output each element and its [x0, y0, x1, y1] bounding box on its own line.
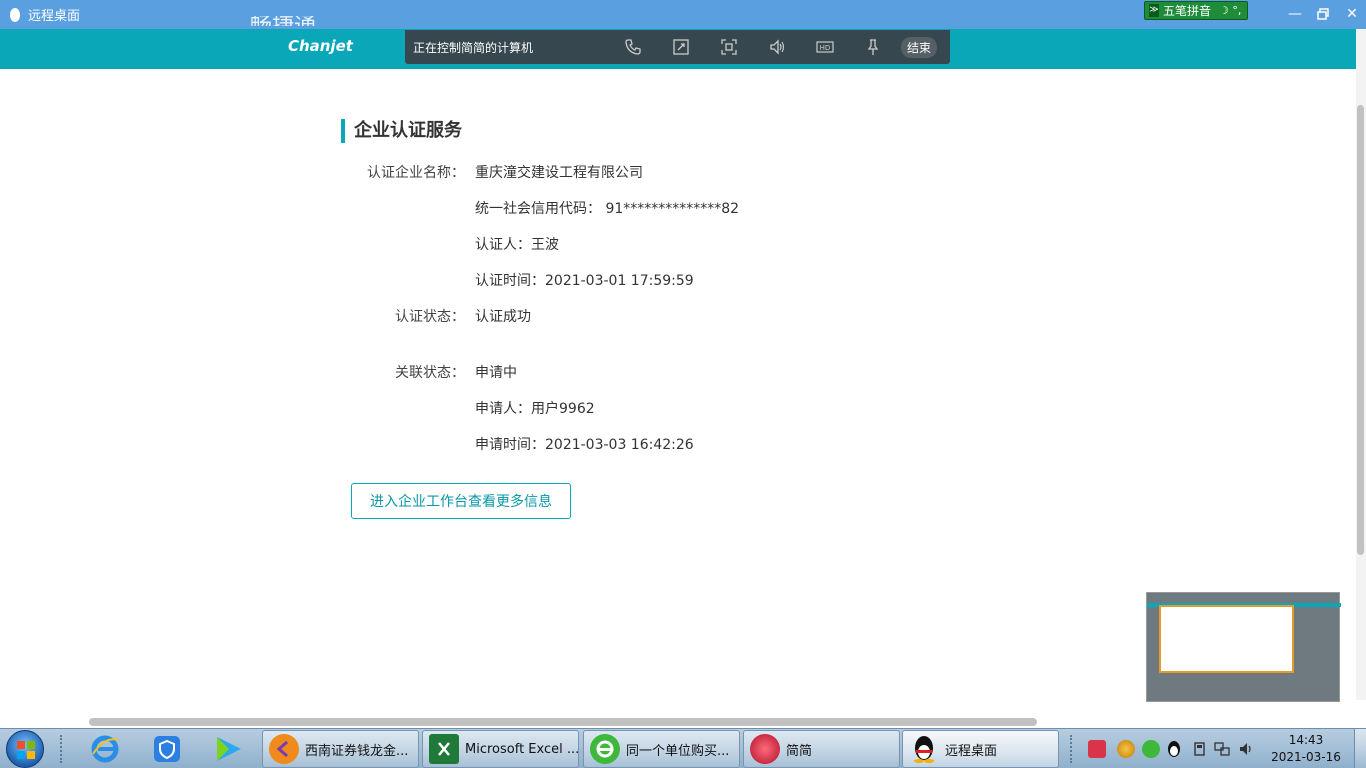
- tray-volume-icon[interactable]: [1237, 740, 1255, 758]
- show-desktop-button[interactable]: [1354, 729, 1366, 768]
- qq-icon: [909, 734, 939, 764]
- ime-label: 五笔拼音: [1163, 4, 1212, 18]
- taskbar: 西南证券钱龙金... Microsoft Excel ... 同一个单位购买..…: [0, 728, 1366, 768]
- task-browser[interactable]: 同一个单位购买...: [583, 730, 740, 768]
- ime-mode-icon: ≫: [1149, 4, 1159, 17]
- horizontal-scrollbar-thumb[interactable]: [89, 718, 1037, 726]
- hd-button[interactable]: HD: [801, 30, 849, 64]
- pinned-player[interactable]: [207, 731, 249, 767]
- pin-button[interactable]: [849, 30, 897, 64]
- tray-monkey-icon[interactable]: [1117, 740, 1135, 758]
- start-button[interactable]: [6, 730, 44, 768]
- tray-usb-icon[interactable]: [1190, 740, 1208, 758]
- restore-icon: [1317, 8, 1329, 20]
- ime-extra: ☽ °,: [1219, 4, 1242, 17]
- screenshot-icon: [721, 39, 737, 55]
- status-label: 认证状态：: [395, 309, 465, 325]
- pinned-ie[interactable]: [84, 731, 126, 767]
- end-session-button[interactable]: 结束: [901, 36, 938, 58]
- tray-network-icon[interactable]: [1213, 740, 1231, 758]
- brand-logo-cn: 畅捷通: [250, 16, 316, 26]
- certifier: 认证人：王波: [475, 237, 559, 253]
- task-label: Microsoft Excel ...: [465, 741, 578, 757]
- ime-indicator[interactable]: ≫ 五笔拼音 ☽ °,: [1144, 1, 1248, 20]
- minimize-button[interactable]: —: [1285, 4, 1305, 24]
- remote-preview-thumbnail[interactable]: [1146, 592, 1341, 702]
- company-label: 认证企业名称：: [367, 165, 465, 181]
- excel-icon: [429, 734, 459, 764]
- task-label: 远程桌面: [945, 743, 998, 759]
- apply-time: 申请时间：2021-03-03 16:42:26: [475, 437, 694, 453]
- pin-icon: [867, 39, 879, 55]
- task-label: 同一个单位购买...: [626, 743, 730, 759]
- restore-button[interactable]: [1313, 4, 1333, 24]
- link-status-value: 申请中: [475, 365, 517, 381]
- taskbar-grip[interactable]: [60, 735, 64, 763]
- ie-icon: [91, 735, 119, 763]
- clock-time: 14:43: [1288, 733, 1324, 747]
- screenshot-button[interactable]: [705, 30, 753, 64]
- close-icon: ✕: [1346, 6, 1358, 22]
- link-status-label: 关联状态：: [395, 365, 465, 381]
- play-icon: [217, 737, 241, 761]
- sound-button[interactable]: [753, 30, 801, 64]
- windows-logo-icon: [17, 741, 35, 759]
- clock-date: 2021-03-16: [1271, 750, 1341, 764]
- credit-code: 统一社会信用代码： 91**************82: [475, 201, 740, 217]
- task-remote-desktop[interactable]: 远程桌面: [902, 730, 1059, 768]
- hd-icon: HD: [816, 41, 834, 53]
- task-jianjian[interactable]: 简简: [743, 730, 900, 768]
- brand-logo-en: Chanjet: [288, 37, 353, 55]
- shield-icon: [154, 736, 180, 762]
- cert-time: 认证时间：2021-03-01 17:59:59: [475, 273, 694, 289]
- close-button[interactable]: ✕: [1342, 4, 1362, 24]
- tray-qq-icon[interactable]: [1165, 740, 1183, 758]
- fullscreen-icon: [673, 39, 689, 55]
- task-excel[interactable]: Microsoft Excel ...: [422, 730, 579, 768]
- tray-grip[interactable]: [1070, 735, 1074, 763]
- enter-workbench-button[interactable]: 进入企业工作台查看更多信息: [351, 483, 571, 519]
- tray-app-icon[interactable]: [1088, 740, 1106, 758]
- tray-browser-icon[interactable]: [1142, 740, 1160, 758]
- minimize-icon: —: [1288, 6, 1302, 22]
- task-label: 简简: [786, 743, 813, 759]
- pinned-security[interactable]: [146, 731, 188, 767]
- task-qianlong[interactable]: 西南证券钱龙金...: [262, 730, 419, 768]
- qq-penguin-icon: [10, 7, 20, 22]
- fullscreen-button[interactable]: [657, 30, 705, 64]
- browser-icon: [590, 734, 620, 764]
- call-button[interactable]: [609, 30, 657, 64]
- status-value: 认证成功: [475, 309, 531, 325]
- speaker-icon: [770, 39, 785, 55]
- applicant: 申请人：用户9962: [475, 401, 595, 417]
- system-clock[interactable]: 14:43 2021-03-16: [1266, 732, 1346, 766]
- preview-viewport: [1159, 605, 1294, 673]
- remote-control-toolbar: 正在控制简简的计算机 HD 结束: [405, 30, 950, 64]
- qianlong-icon: [269, 734, 299, 764]
- section-title: 企业认证服务: [341, 119, 462, 143]
- remote-status-text: 正在控制简简的计算机: [413, 40, 534, 55]
- task-label: 西南证券钱龙金...: [305, 743, 409, 759]
- flower-avatar-icon: [750, 734, 780, 764]
- window-title: 远程桌面: [28, 9, 81, 24]
- svg-text:HD: HD: [820, 44, 831, 52]
- vertical-scrollbar-thumb[interactable]: [1357, 105, 1364, 555]
- phone-icon: [625, 39, 641, 55]
- company-name: 重庆潼交建设工程有限公司: [475, 165, 643, 181]
